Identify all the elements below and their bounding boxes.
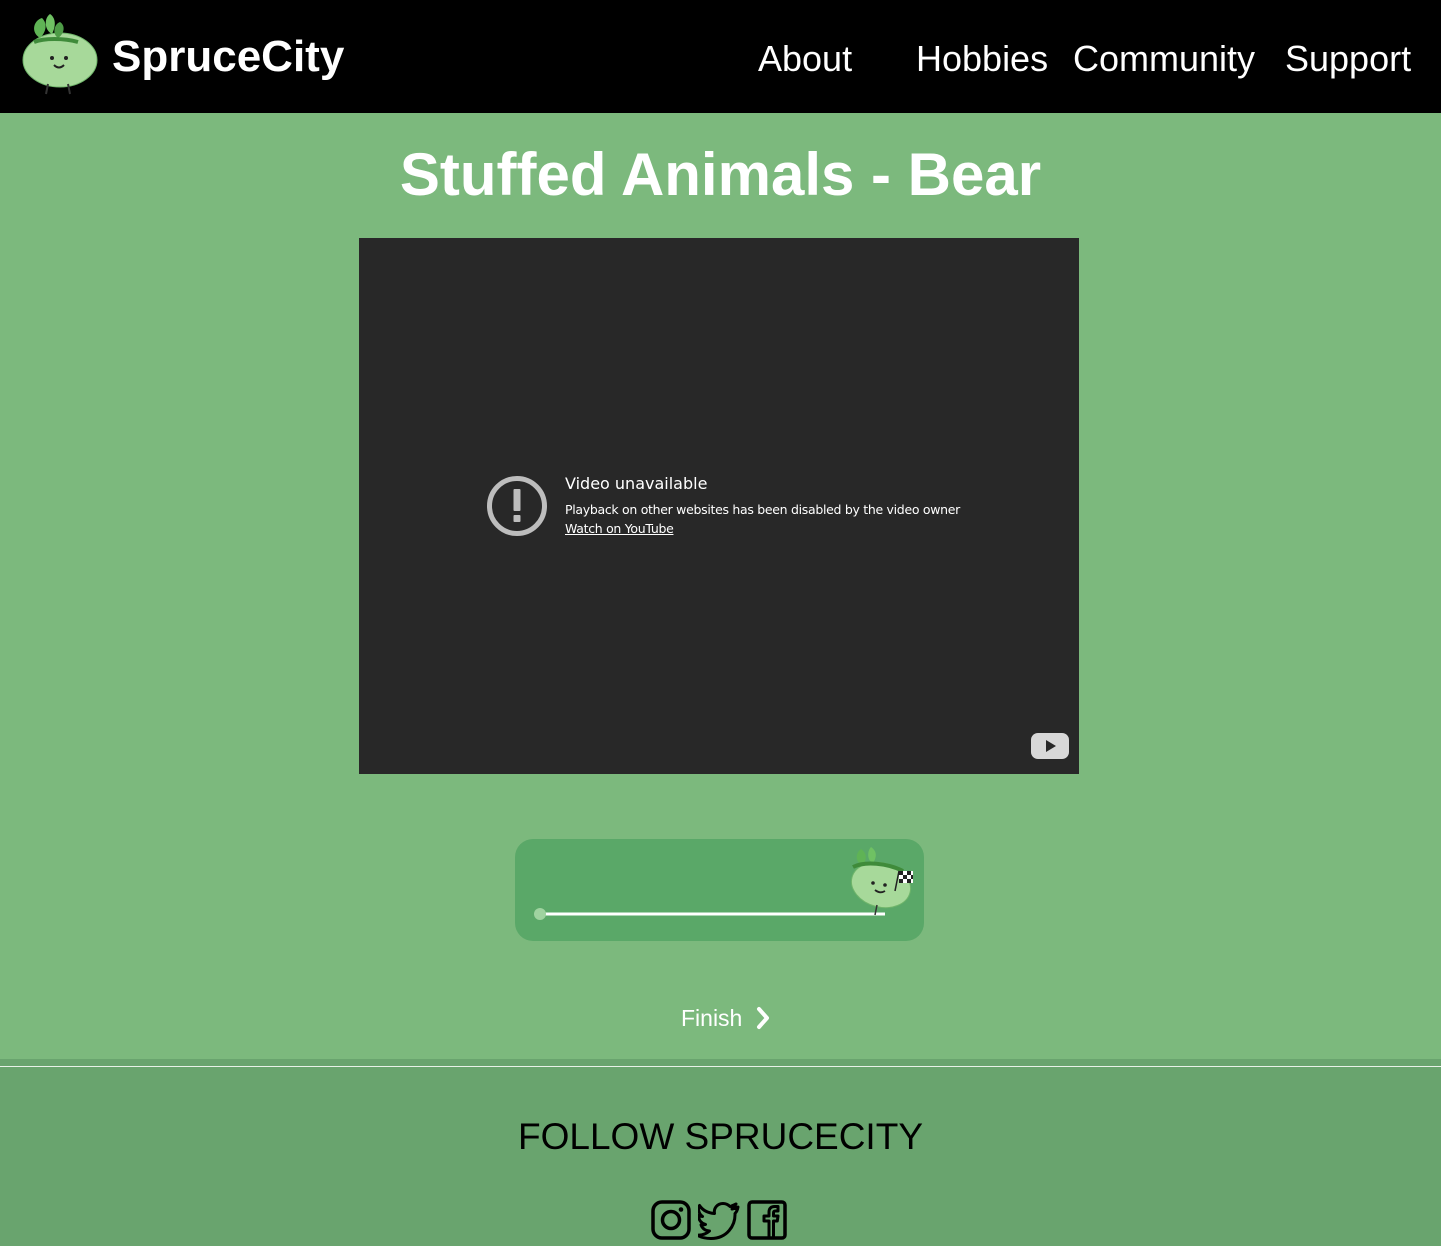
video-error-message: Playback on other websites has been disa… xyxy=(565,502,960,517)
finish-button[interactable]: Finish xyxy=(681,1002,771,1032)
nav-link-support[interactable]: Support xyxy=(1285,38,1411,80)
instagram-icon[interactable] xyxy=(651,1199,691,1241)
top-navigation-bar: SpruceCity About Hobbies Community Suppo… xyxy=(0,0,1441,113)
follow-heading: FOLLOW SPRUCECITY xyxy=(518,1116,923,1157)
nav-link-about[interactable]: About xyxy=(758,38,852,80)
exclamation-circle-icon xyxy=(487,476,547,536)
lesson-progress-card xyxy=(515,839,924,941)
site-footer: FOLLOW SPRUCECITY xyxy=(0,1059,1441,1246)
progress-mascot-icon xyxy=(850,847,913,916)
progress-start-dot xyxy=(534,908,546,920)
watch-on-youtube-link[interactable]: Watch on YouTube xyxy=(565,521,674,537)
facebook-icon[interactable] xyxy=(747,1199,787,1241)
nav-link-hobbies[interactable]: Hobbies xyxy=(916,38,1048,80)
site-brand-name[interactable]: SpruceCity xyxy=(112,32,344,82)
footer-divider xyxy=(0,1066,1441,1067)
twitter-icon[interactable] xyxy=(698,1199,740,1241)
youtube-logo-icon[interactable] xyxy=(1031,732,1069,760)
video-error-title: Video unavailable xyxy=(565,474,708,493)
finish-label: Finish xyxy=(681,1004,743,1031)
progress-track xyxy=(534,847,913,920)
nav-link-community[interactable]: Community xyxy=(1073,38,1255,80)
spruce-mascot-logo-icon[interactable] xyxy=(20,10,100,100)
chevron-right-icon xyxy=(756,1006,769,1029)
video-player[interactable]: Video unavailable Playback on other webs… xyxy=(359,238,1079,774)
page-title: Stuffed Animals - Bear xyxy=(399,141,1042,208)
